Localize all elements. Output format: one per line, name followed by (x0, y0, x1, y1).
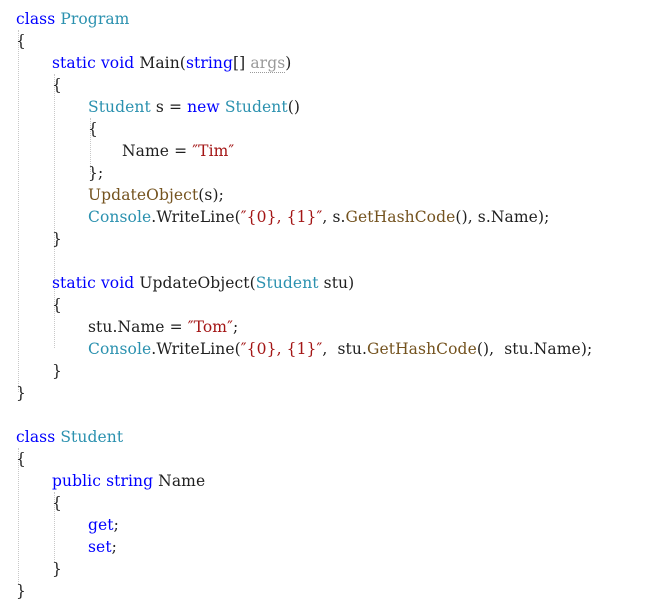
code-token-pun: (), stu. (476, 340, 534, 358)
code-token-brc: { (16, 32, 26, 50)
code-editor-surface[interactable]: class Program { static void Main(string[] … (0, 0, 655, 604)
code-token-pun: = (174, 142, 193, 160)
code-token-brc: }; (88, 164, 104, 182)
code-token-kw: new (187, 98, 220, 116)
code-token-id: s (150, 98, 169, 116)
code-line[interactable]: Console.WriteLine(″{0}, {1}″, stu.GetHas… (0, 338, 592, 360)
code-token-type: Console (88, 340, 152, 358)
code-line[interactable]: } (0, 580, 26, 602)
code-token-id: Name (122, 142, 175, 160)
code-token-mth: GetHashCode (366, 340, 477, 358)
code-token-kw: string (185, 54, 234, 72)
code-token-type: Student (255, 274, 319, 292)
code-token-id: Name (117, 318, 170, 336)
code-token-kw: class (16, 428, 56, 446)
code-token-id: WriteLine (156, 340, 235, 358)
code-line[interactable]: } (0, 360, 62, 382)
code-token-brc: { (88, 120, 98, 138)
code-token-pun: ; (232, 318, 239, 336)
code-token-pun: ; (113, 516, 119, 534)
code-line[interactable]: get; (0, 514, 119, 536)
code-token-type: Console (88, 208, 152, 226)
code-line[interactable]: set; (0, 536, 117, 558)
code-token-kw: void (100, 274, 135, 292)
code-token-type: Student (60, 428, 124, 446)
code-token-pun: ) (285, 54, 292, 72)
code-line[interactable]: { (0, 294, 62, 316)
code-token-kw: set (88, 538, 112, 556)
code-token-brc: } (52, 362, 62, 380)
code-token-pun: (s); (198, 186, 224, 204)
code-line[interactable]: } (0, 382, 26, 404)
code-line[interactable] (0, 250, 57, 272)
code-token-pun: ) (348, 274, 355, 292)
code-line[interactable]: { (0, 74, 62, 96)
code-line[interactable]: { (0, 118, 98, 140)
code-line[interactable]: { (0, 492, 62, 514)
code-line[interactable]: { (0, 30, 26, 52)
code-token-pun: = (168, 98, 188, 116)
code-token-id: UpdateObject (139, 274, 250, 292)
code-line[interactable] (0, 404, 21, 426)
code-token-id: WriteLine (156, 208, 235, 226)
code-token-kw: static (52, 274, 96, 292)
code-token-kw: static (52, 54, 96, 72)
code-token-pun: , s. (322, 208, 346, 226)
code-token-pun: (), s. (455, 208, 491, 226)
code-token-type: Program (60, 10, 130, 28)
code-line[interactable]: } (0, 558, 62, 580)
code-line[interactable]: class Student (0, 426, 123, 448)
code-token-pun: = (169, 318, 188, 336)
code-token-id: Name (490, 208, 538, 226)
code-token-brc: } (16, 582, 26, 600)
code-line[interactable]: Name = ″Tim″ (0, 140, 234, 162)
code-line[interactable]: static void UpdateObject(Student stu) (0, 272, 354, 294)
code-token-id: Name (158, 472, 206, 490)
code-token-type: Student (224, 98, 288, 116)
code-token-str: ″{0}, {1}″ (240, 340, 323, 358)
code-token-id: stu (88, 318, 113, 336)
code-line[interactable]: class Program (0, 8, 129, 30)
code-token-str: ″{0}, {1}″ (240, 208, 323, 226)
code-token-str: ″Tom″ (187, 318, 233, 336)
code-line[interactable]: UpdateObject(s); (0, 184, 224, 206)
code-token-mth: UpdateObject (88, 186, 199, 204)
code-token-kw: class (16, 10, 56, 28)
code-token-pun: ); (580, 340, 593, 358)
code-token-unused: args (250, 54, 286, 73)
code-line[interactable]: Student s = new Student() (0, 96, 300, 118)
code-token-brc: } (52, 230, 62, 248)
code-token-brc: } (16, 384, 26, 402)
code-line[interactable]: public string Name (0, 470, 205, 492)
code-token-kw: public (52, 472, 102, 490)
code-line[interactable]: Console.WriteLine(″{0}, {1}″, s.GetHashC… (0, 206, 549, 228)
code-token-kw: void (100, 54, 135, 72)
code-token-pun: , stu. (322, 340, 367, 358)
code-token-str: ″Tim″ (192, 142, 235, 160)
code-line[interactable]: { (0, 448, 26, 470)
code-token-id: stu (318, 274, 349, 292)
code-token-brc: { (52, 76, 62, 94)
code-token-pun: () (287, 98, 300, 116)
code-line[interactable]: static void Main(string[] args) (0, 52, 291, 74)
code-token-brc: } (52, 560, 62, 578)
code-token-mth: GetHashCode (345, 208, 456, 226)
code-token-pun: ; (111, 538, 117, 556)
code-token-brc: { (16, 450, 26, 468)
code-token-pun: [] (233, 54, 246, 72)
code-line[interactable]: }; (0, 162, 103, 184)
code-token-pun: ); (537, 208, 550, 226)
code-token-kw: string (106, 472, 154, 490)
code-token-id: Name (533, 340, 581, 358)
code-line[interactable]: stu.Name = ″Tom″; (0, 316, 238, 338)
code-token-brc: { (52, 494, 62, 512)
code-token-id: Main (139, 54, 180, 72)
code-token-kw: get (88, 516, 114, 534)
code-line[interactable]: } (0, 228, 62, 250)
code-token-type: Student (88, 98, 151, 116)
code-token-brc: { (52, 296, 62, 314)
